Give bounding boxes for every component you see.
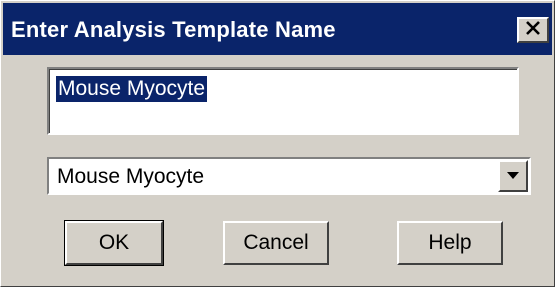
dropdown-arrow-icon — [506, 167, 520, 185]
ok-button[interactable]: OK — [64, 220, 164, 266]
title-bar[interactable]: Enter Analysis Template Name — [3, 3, 552, 55]
template-select-dropdown-button[interactable] — [498, 160, 528, 192]
template-name-input-border: Mouse Myocyte — [49, 69, 517, 133]
template-select-value: Mouse Myocyte — [57, 165, 205, 188]
cancel-button[interactable]: Cancel — [223, 221, 329, 265]
dialog-title: Enter Analysis Template Name — [11, 17, 336, 42]
close-button[interactable] — [517, 17, 549, 43]
template-name-input[interactable]: Mouse Myocyte — [47, 67, 519, 135]
close-icon — [525, 20, 541, 40]
template-select[interactable]: Mouse Myocyte — [47, 157, 531, 195]
help-button[interactable]: Help — [397, 221, 503, 265]
template-name-value: Mouse Myocyte — [56, 76, 208, 102]
dialog-window: Enter Analysis Template Name Mouse Myocy… — [0, 0, 555, 287]
